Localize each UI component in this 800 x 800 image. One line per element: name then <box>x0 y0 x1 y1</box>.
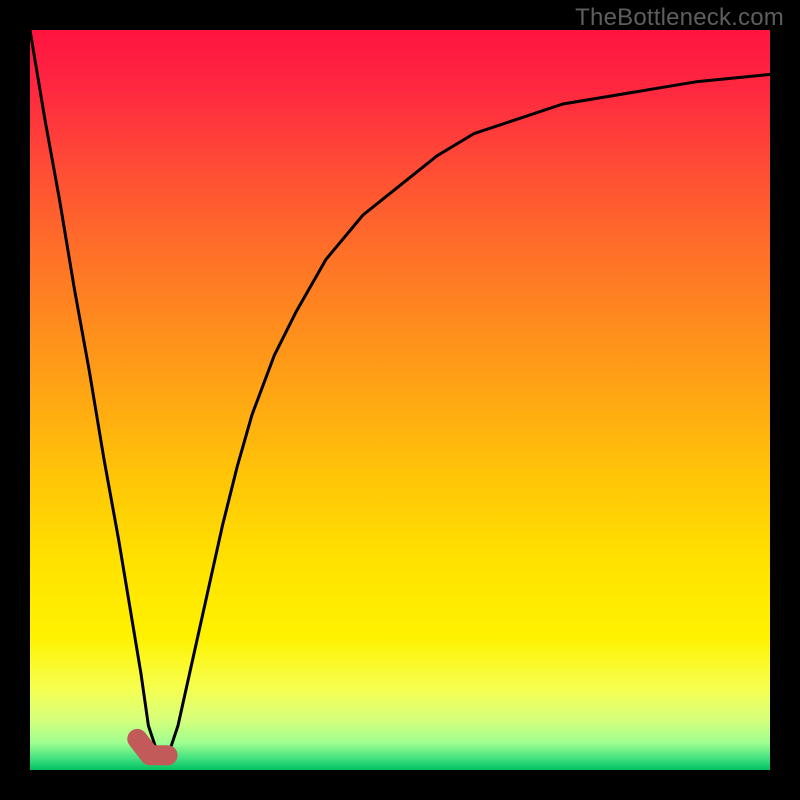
watermark-text: TheBottleneck.com <box>575 4 784 32</box>
chart-root: TheBottleneck.com <box>0 0 800 800</box>
bottleneck-plot <box>0 0 800 800</box>
plot-background <box>30 30 770 770</box>
